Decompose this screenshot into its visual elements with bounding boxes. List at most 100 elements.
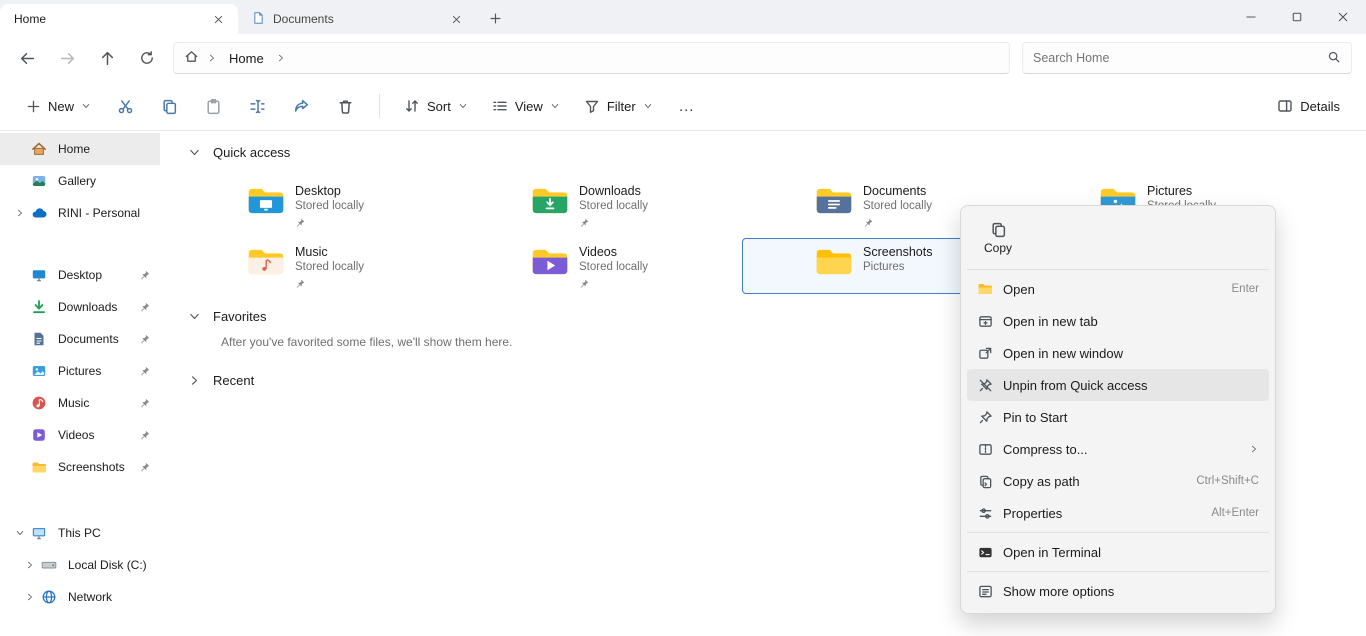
videos-icon [30, 427, 48, 443]
chevron-right-icon[interactable] [276, 53, 286, 63]
properties-icon [977, 506, 993, 521]
recent-header[interactable]: Recent [188, 373, 254, 388]
chevron-down-icon[interactable] [188, 310, 201, 323]
more-options-button[interactable]: ... [667, 89, 707, 123]
new-button[interactable]: New [16, 92, 101, 121]
terminal-icon [977, 545, 993, 560]
up-button[interactable] [87, 41, 127, 75]
tile-downloads[interactable]: Downloads Stored locally [458, 177, 746, 233]
paste-button[interactable] [193, 89, 233, 123]
menu-item-open-new-window[interactable]: Open in new window [967, 337, 1269, 369]
menu-item-compress-to[interactable]: Compress to... [967, 433, 1269, 465]
view-button-label: View [515, 99, 543, 114]
minimize-button[interactable] [1228, 0, 1274, 34]
section-title: Favorites [213, 309, 266, 324]
search-icon[interactable] [1327, 50, 1341, 67]
chevron-right-icon[interactable] [188, 374, 201, 387]
rename-button[interactable] [237, 89, 277, 123]
sidebar-item-documents[interactable]: Documents [0, 323, 160, 355]
tab-documents[interactable]: Documents [238, 4, 476, 34]
gallery-icon [30, 173, 48, 189]
pin-icon [139, 270, 150, 281]
document-tab-icon [252, 11, 265, 28]
menu-item-open[interactable]: Open Enter [967, 273, 1269, 305]
chevron-down-icon [458, 101, 468, 111]
pin-icon [579, 277, 648, 292]
chevron-down-icon [550, 101, 560, 111]
tile-name: Pictures [1147, 184, 1216, 199]
new-tab-button[interactable] [480, 4, 510, 32]
tile-name: Downloads [579, 184, 648, 199]
command-toolbar: New Sort View [0, 82, 1366, 131]
view-button[interactable]: View [482, 91, 570, 121]
tile-name: Screenshots [863, 245, 932, 260]
tile-videos[interactable]: Videos Stored locally [458, 238, 746, 294]
sidebar-item-this-pc[interactable]: This PC [0, 517, 160, 549]
sidebar-item-network[interactable]: Network [0, 581, 160, 613]
sidebar-item-home[interactable]: Home [0, 133, 160, 165]
menu-item-unpin-quick-access[interactable]: Unpin from Quick access [967, 369, 1269, 401]
tab-home[interactable]: Home [0, 4, 238, 34]
sidebar-item-music[interactable]: Music [0, 387, 160, 419]
tile-desktop[interactable]: Desktop Stored locally [174, 177, 462, 233]
filter-button[interactable]: Filter [574, 91, 663, 121]
tab-home-label: Home [14, 12, 200, 26]
sort-button[interactable]: Sort [394, 91, 478, 121]
window-controls [1228, 0, 1366, 34]
sidebar-item-desktop[interactable]: Desktop [0, 259, 160, 291]
context-copy-button[interactable]: Copy [969, 214, 1027, 262]
delete-button[interactable] [325, 89, 365, 123]
sidebar-item-downloads[interactable]: Downloads [0, 291, 160, 323]
videos-folder-icon [531, 247, 569, 293]
copy-icon [161, 98, 178, 115]
home-breadcrumb-icon[interactable] [184, 49, 199, 67]
pin-icon [579, 216, 648, 231]
sidebar-item-pictures[interactable]: Pictures [0, 355, 160, 387]
documents-icon [30, 331, 48, 347]
tab-close-icon[interactable] [446, 9, 466, 29]
submenu-chevron-icon [1249, 444, 1259, 454]
close-button[interactable] [1320, 0, 1366, 34]
menu-item-open-in-terminal[interactable]: Open in Terminal [967, 536, 1269, 568]
chevron-down-icon[interactable] [188, 146, 201, 159]
menu-item-open-new-tab[interactable]: Open in new tab [967, 305, 1269, 337]
copy-button[interactable] [149, 89, 189, 123]
sidebar-item-onedrive[interactable]: RINI - Personal [0, 197, 160, 229]
sidebar-item-videos[interactable]: Videos [0, 419, 160, 451]
pin-icon [139, 334, 150, 345]
menu-divider [967, 532, 1269, 533]
details-button[interactable]: Details [1267, 91, 1350, 121]
menu-item-show-more-options[interactable]: Show more options [967, 575, 1269, 607]
tab-close-icon[interactable] [208, 9, 228, 29]
quick-access-header[interactable]: Quick access [188, 145, 290, 160]
menu-item-copy-as-path[interactable]: Copy as path Ctrl+Shift+C [967, 465, 1269, 497]
collapse-chevron-icon[interactable] [10, 528, 30, 538]
maximize-button[interactable] [1274, 0, 1320, 34]
expand-chevron-icon[interactable] [10, 208, 30, 218]
context-copy-label: Copy [984, 241, 1012, 255]
share-button[interactable] [281, 89, 321, 123]
menu-item-properties[interactable]: Properties Alt+Enter [967, 497, 1269, 529]
trash-icon [337, 98, 354, 115]
back-button[interactable] [7, 41, 47, 75]
expand-chevron-icon[interactable] [20, 592, 40, 602]
sidebar-item-gallery[interactable]: Gallery [0, 165, 160, 197]
sidebar-item-label: Screenshots [58, 460, 135, 474]
sidebar-item-label: Documents [58, 332, 135, 346]
pin-icon [295, 277, 364, 292]
favorites-header[interactable]: Favorites [188, 309, 266, 324]
sidebar-item-label: Desktop [58, 268, 135, 282]
sidebar-item-screenshots[interactable]: Screenshots [0, 451, 160, 483]
breadcrumb-home[interactable]: Home [225, 49, 268, 68]
search-box[interactable]: Search Home [1022, 42, 1352, 74]
cut-button[interactable] [105, 89, 145, 123]
refresh-button[interactable] [127, 41, 167, 75]
address-bar[interactable]: Home [173, 42, 1010, 74]
open-folder-icon [977, 281, 993, 297]
tile-music[interactable]: Music Stored locally [174, 238, 462, 294]
menu-item-pin-to-start[interactable]: Pin to Start [967, 401, 1269, 433]
music-icon [30, 395, 48, 411]
sidebar-item-local-disk[interactable]: Local Disk (C:) [0, 549, 160, 581]
forward-button[interactable] [47, 41, 87, 75]
expand-chevron-icon[interactable] [20, 560, 40, 570]
